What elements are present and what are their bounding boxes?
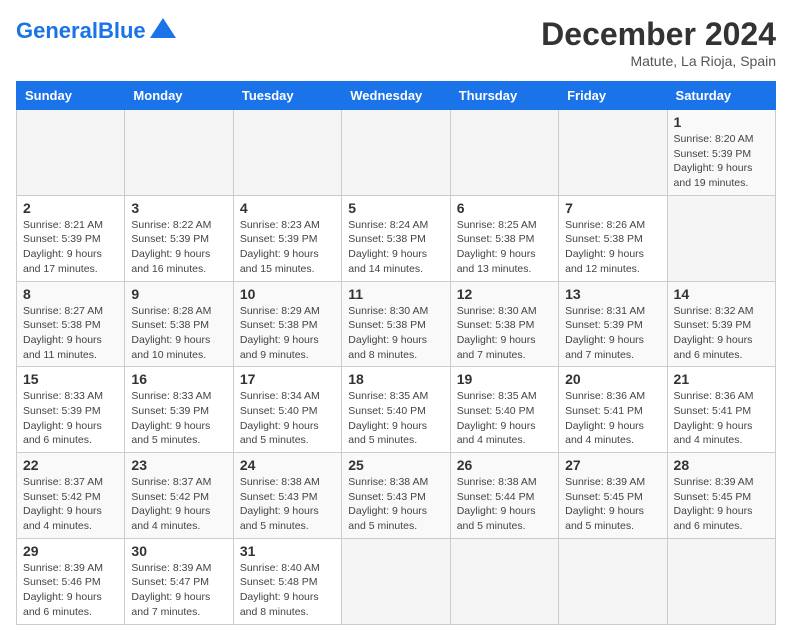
logo-icon: [148, 16, 178, 46]
empty-cell: [559, 538, 667, 624]
col-header-friday: Friday: [559, 82, 667, 110]
calendar-day-8: 8Sunrise: 8:27 AMSunset: 5:38 PMDaylight…: [17, 281, 125, 367]
calendar-day-14: 14Sunrise: 8:32 AMSunset: 5:39 PMDayligh…: [667, 281, 775, 367]
calendar-day-25: 25Sunrise: 8:38 AMSunset: 5:43 PMDayligh…: [342, 453, 450, 539]
location: Matute, La Rioja, Spain: [541, 53, 776, 69]
empty-cell: [125, 110, 233, 196]
calendar-day-2: 2Sunrise: 8:21 AMSunset: 5:39 PMDaylight…: [17, 195, 125, 281]
calendar-day-16: 16Sunrise: 8:33 AMSunset: 5:39 PMDayligh…: [125, 367, 233, 453]
empty-cell: [342, 110, 450, 196]
calendar-day-28: 28Sunrise: 8:39 AMSunset: 5:45 PMDayligh…: [667, 453, 775, 539]
empty-cell: [342, 538, 450, 624]
empty-cell: [667, 195, 775, 281]
calendar-week-1: 1Sunrise: 8:20 AMSunset: 5:39 PMDaylight…: [17, 110, 776, 196]
month-title: December 2024: [541, 16, 776, 53]
calendar-day-29: 29Sunrise: 8:39 AMSunset: 5:46 PMDayligh…: [17, 538, 125, 624]
calendar-day-22: 22Sunrise: 8:37 AMSunset: 5:42 PMDayligh…: [17, 453, 125, 539]
calendar-day-18: 18Sunrise: 8:35 AMSunset: 5:40 PMDayligh…: [342, 367, 450, 453]
empty-cell: [450, 110, 558, 196]
calendar-week-6: 29Sunrise: 8:39 AMSunset: 5:46 PMDayligh…: [17, 538, 776, 624]
calendar-day-26: 26Sunrise: 8:38 AMSunset: 5:44 PMDayligh…: [450, 453, 558, 539]
empty-cell: [17, 110, 125, 196]
calendar-day-5: 5Sunrise: 8:24 AMSunset: 5:38 PMDaylight…: [342, 195, 450, 281]
calendar-week-5: 22Sunrise: 8:37 AMSunset: 5:42 PMDayligh…: [17, 453, 776, 539]
header-row: SundayMondayTuesdayWednesdayThursdayFrid…: [17, 82, 776, 110]
empty-cell: [450, 538, 558, 624]
calendar-table: SundayMondayTuesdayWednesdayThursdayFrid…: [16, 81, 776, 625]
calendar-day-30: 30Sunrise: 8:39 AMSunset: 5:47 PMDayligh…: [125, 538, 233, 624]
empty-cell: [233, 110, 341, 196]
logo-text: GeneralBlue: [16, 19, 146, 43]
logo: GeneralBlue: [16, 16, 178, 46]
calendar-day-23: 23Sunrise: 8:37 AMSunset: 5:42 PMDayligh…: [125, 453, 233, 539]
calendar-day-27: 27Sunrise: 8:39 AMSunset: 5:45 PMDayligh…: [559, 453, 667, 539]
calendar-week-4: 15Sunrise: 8:33 AMSunset: 5:39 PMDayligh…: [17, 367, 776, 453]
calendar-day-31: 31Sunrise: 8:40 AMSunset: 5:48 PMDayligh…: [233, 538, 341, 624]
calendar-day-24: 24Sunrise: 8:38 AMSunset: 5:43 PMDayligh…: [233, 453, 341, 539]
calendar-day-21: 21Sunrise: 8:36 AMSunset: 5:41 PMDayligh…: [667, 367, 775, 453]
calendar-day-7: 7Sunrise: 8:26 AMSunset: 5:38 PMDaylight…: [559, 195, 667, 281]
col-header-thursday: Thursday: [450, 82, 558, 110]
empty-cell: [667, 538, 775, 624]
calendar-day-6: 6Sunrise: 8:25 AMSunset: 5:38 PMDaylight…: [450, 195, 558, 281]
calendar-day-10: 10Sunrise: 8:29 AMSunset: 5:38 PMDayligh…: [233, 281, 341, 367]
col-header-saturday: Saturday: [667, 82, 775, 110]
calendar-day-12: 12Sunrise: 8:30 AMSunset: 5:38 PMDayligh…: [450, 281, 558, 367]
calendar-day-1: 1Sunrise: 8:20 AMSunset: 5:39 PMDaylight…: [667, 110, 775, 196]
calendar-day-19: 19Sunrise: 8:35 AMSunset: 5:40 PMDayligh…: [450, 367, 558, 453]
title-block: December 2024 Matute, La Rioja, Spain: [541, 16, 776, 69]
calendar-week-3: 8Sunrise: 8:27 AMSunset: 5:38 PMDaylight…: [17, 281, 776, 367]
calendar-day-3: 3Sunrise: 8:22 AMSunset: 5:39 PMDaylight…: [125, 195, 233, 281]
calendar-day-15: 15Sunrise: 8:33 AMSunset: 5:39 PMDayligh…: [17, 367, 125, 453]
page-header: GeneralBlue December 2024 Matute, La Rio…: [16, 16, 776, 69]
calendar-day-13: 13Sunrise: 8:31 AMSunset: 5:39 PMDayligh…: [559, 281, 667, 367]
calendar-day-17: 17Sunrise: 8:34 AMSunset: 5:40 PMDayligh…: [233, 367, 341, 453]
calendar-day-11: 11Sunrise: 8:30 AMSunset: 5:38 PMDayligh…: [342, 281, 450, 367]
col-header-sunday: Sunday: [17, 82, 125, 110]
col-header-wednesday: Wednesday: [342, 82, 450, 110]
calendar-week-2: 2Sunrise: 8:21 AMSunset: 5:39 PMDaylight…: [17, 195, 776, 281]
col-header-tuesday: Tuesday: [233, 82, 341, 110]
calendar-day-4: 4Sunrise: 8:23 AMSunset: 5:39 PMDaylight…: [233, 195, 341, 281]
empty-cell: [559, 110, 667, 196]
col-header-monday: Monday: [125, 82, 233, 110]
calendar-day-9: 9Sunrise: 8:28 AMSunset: 5:38 PMDaylight…: [125, 281, 233, 367]
calendar-day-20: 20Sunrise: 8:36 AMSunset: 5:41 PMDayligh…: [559, 367, 667, 453]
